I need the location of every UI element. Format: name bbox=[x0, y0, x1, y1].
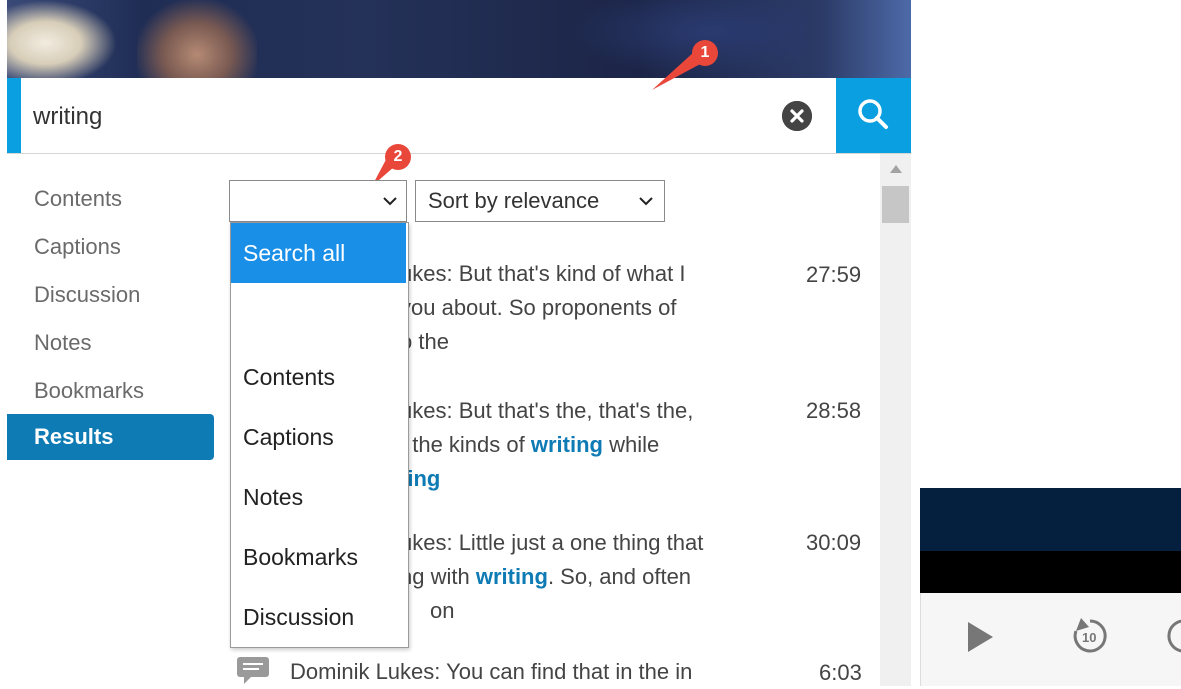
result-line: ukes: Little just a one thing that bbox=[400, 530, 704, 555]
dropdown-option-discussion[interactable]: Discussion bbox=[231, 587, 406, 647]
rewind-10-button[interactable]: 10 bbox=[1069, 615, 1111, 657]
video-frame bbox=[7, 0, 911, 78]
result-line: o the bbox=[400, 329, 449, 354]
result-line: t the kinds of writing while bbox=[400, 432, 660, 457]
result-timestamp[interactable]: 28:58 bbox=[806, 398, 861, 424]
dropdown-option-bookmarks[interactable]: Bookmarks bbox=[231, 527, 406, 587]
player-controls: 10 bbox=[920, 593, 1181, 686]
sidebar-item-discussion[interactable]: Discussion bbox=[7, 272, 214, 318]
sidebar-item-contents[interactable]: Contents bbox=[7, 176, 214, 222]
result-line: Dominik Lukes: You can find that in the … bbox=[290, 659, 693, 684]
scroll-up-arrow[interactable] bbox=[890, 165, 902, 173]
scroll-thumb[interactable] bbox=[882, 186, 909, 223]
play-icon[interactable] bbox=[965, 620, 995, 654]
search-bar bbox=[7, 78, 911, 154]
type-filter-select[interactable] bbox=[229, 180, 407, 222]
dropdown-option-contents[interactable]: Contents bbox=[231, 347, 406, 407]
result-line: ukes: But that's the, that's the, bbox=[400, 398, 694, 423]
sidebar-item-notes[interactable]: Notes bbox=[7, 320, 214, 366]
result-item[interactable]: ukes: But that's kind of what I you abou… bbox=[400, 257, 685, 359]
dropdown-option-captions[interactable]: Captions bbox=[231, 407, 406, 467]
search-input[interactable] bbox=[31, 96, 775, 138]
search-accent bbox=[7, 78, 21, 153]
chevron-down-icon bbox=[383, 197, 397, 206]
sidebar-item-results[interactable]: Results bbox=[7, 414, 214, 460]
result-line: ng with writing. So, and often bbox=[400, 564, 692, 589]
player-progress-area bbox=[920, 551, 1181, 593]
results-scrollbar[interactable] bbox=[880, 154, 911, 686]
player-video-area bbox=[920, 488, 1181, 551]
result-item[interactable]: Dominik Lukes: You can find that in the … bbox=[290, 655, 692, 689]
result-line: on bbox=[430, 598, 455, 623]
result-line: ting bbox=[400, 466, 441, 491]
dropdown-option-search-all[interactable]: Search all bbox=[231, 223, 406, 283]
sidebar-item-captions[interactable]: Captions bbox=[7, 224, 214, 270]
result-line: ukes: But that's kind of what I bbox=[400, 261, 686, 286]
dropdown-option-empty[interactable] bbox=[231, 283, 406, 343]
result-item[interactable]: ukes: Little just a one thing that ng wi… bbox=[400, 526, 703, 628]
result-timestamp[interactable]: 27:59 bbox=[806, 262, 861, 288]
search-icon bbox=[858, 99, 888, 129]
close-circle-icon[interactable] bbox=[782, 101, 812, 131]
rewind-10-label: 10 bbox=[1082, 630, 1097, 645]
result-line: you about. So proponents of bbox=[400, 295, 677, 320]
result-timestamp[interactable]: 6:03 bbox=[819, 660, 862, 686]
forward-icon[interactable] bbox=[1167, 615, 1181, 657]
result-item[interactable]: ukes: But that's the, that's the, t the … bbox=[400, 394, 693, 496]
result-timestamp[interactable]: 30:09 bbox=[806, 530, 861, 556]
search-button[interactable] bbox=[836, 78, 911, 153]
sort-select-label: Sort by relevance bbox=[428, 188, 600, 213]
type-filter-dropdown: Search all Contents Captions Notes Bookm… bbox=[230, 222, 409, 648]
dropdown-option-notes[interactable]: Notes bbox=[231, 467, 406, 527]
chevron-down-icon bbox=[639, 197, 653, 206]
comment-icon bbox=[237, 657, 269, 684]
sidebar-item-bookmarks[interactable]: Bookmarks bbox=[7, 368, 214, 414]
sort-select[interactable]: Sort by relevance bbox=[415, 180, 665, 222]
